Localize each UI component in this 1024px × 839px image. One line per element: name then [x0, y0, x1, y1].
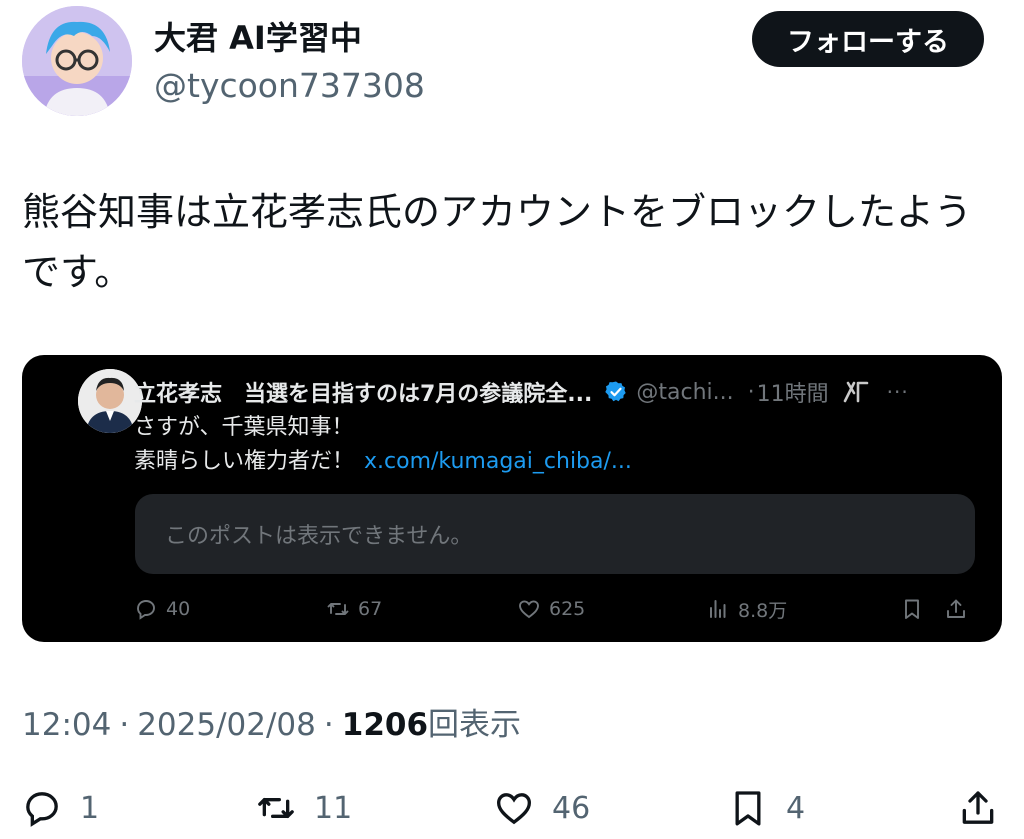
- repost-button[interactable]: 11: [256, 786, 352, 830]
- quoted-avatar: [78, 369, 142, 433]
- share-icon: [962, 791, 994, 824]
- bookmark-icon: [735, 791, 761, 826]
- quoted-name: 立花孝志 当選を目指すのは7月の参議院全...: [134, 382, 593, 407]
- grok-icon: [843, 381, 868, 403]
- tweet-meta: 12:04 · 2025/02/08 · 1206回表示: [22, 703, 521, 747]
- bookmark-count: 4: [786, 790, 806, 826]
- repost-icon: [327, 603, 349, 615]
- quoted-bookmark: [900, 595, 932, 623]
- bookmark-icon: [905, 599, 919, 619]
- quoted-text-line1: さすが、千葉県知事！: [134, 415, 354, 440]
- quoted-repost-count: 67: [326, 595, 382, 623]
- tweet-text: 熊谷知事は立花孝志氏のアカウントをブロックしたようです。: [22, 190, 973, 294]
- unavailable-post-box: このポストは表示できません。: [135, 494, 975, 574]
- repost-count: 11: [314, 790, 353, 826]
- share-icon: [947, 599, 965, 618]
- tweet-time[interactable]: 12:04: [22, 707, 111, 743]
- quoted-link: x.com/kumagai_chiba/...: [364, 449, 632, 474]
- quoted-view-value: 8.8万: [738, 599, 788, 622]
- quoted-like-value: 625: [549, 598, 586, 620]
- quoted-like-count: 625: [517, 595, 585, 623]
- quoted-time: 11時間: [756, 382, 829, 407]
- author-avatar[interactable]: [22, 6, 132, 116]
- quoted-reply-value: 40: [166, 598, 191, 620]
- like-icon: [496, 793, 532, 825]
- author-display-name[interactable]: 大君 AI学習中: [154, 18, 362, 58]
- quoted-text-line2: 素晴らしい権力者だ！ x.com/kumagai_chiba/...: [134, 447, 632, 477]
- like-count: 46: [552, 790, 591, 826]
- quoted-dot: ·: [747, 379, 755, 405]
- view-label: 回表示: [428, 707, 522, 743]
- meta-separator: ·: [323, 707, 334, 743]
- meta-separator: ·: [119, 707, 130, 743]
- quoted-reply-count: 40: [134, 595, 190, 623]
- quoted-text-line2-text: 素晴らしい権力者だ！: [134, 449, 355, 474]
- views-icon: [710, 600, 726, 618]
- author-handle[interactable]: @tycoon737308: [154, 66, 425, 106]
- like-icon: [519, 600, 539, 619]
- embedded-screenshot[interactable]: 立花孝志 当選を目指すのは7月の参議院全... @tachi... · 11時間…: [22, 355, 1002, 642]
- quoted-share: [944, 595, 976, 623]
- share-button[interactable]: [958, 786, 1016, 830]
- reply-icon: [26, 792, 58, 827]
- follow-button[interactable]: フォローする: [752, 11, 984, 67]
- like-button[interactable]: 46: [494, 786, 590, 830]
- verified-badge-icon: [605, 381, 627, 402]
- reply-count: 1: [80, 790, 100, 826]
- quoted-view-count: 8.8万: [706, 595, 787, 623]
- quoted-handle: @tachi...: [636, 379, 734, 405]
- more-icon: ···: [886, 380, 909, 404]
- repost-icon: [258, 798, 294, 818]
- tweet-date[interactable]: 2025/02/08: [137, 707, 316, 743]
- bookmark-button[interactable]: 4: [728, 786, 805, 830]
- reply-button[interactable]: 1: [22, 786, 99, 830]
- quoted-repost-value: 67: [358, 598, 383, 620]
- quoted-header: 立花孝志 当選を目指すのは7月の参議院全... @tachi... · 11時間…: [134, 375, 909, 409]
- view-count: 1206: [341, 707, 429, 743]
- reply-icon: [137, 600, 155, 620]
